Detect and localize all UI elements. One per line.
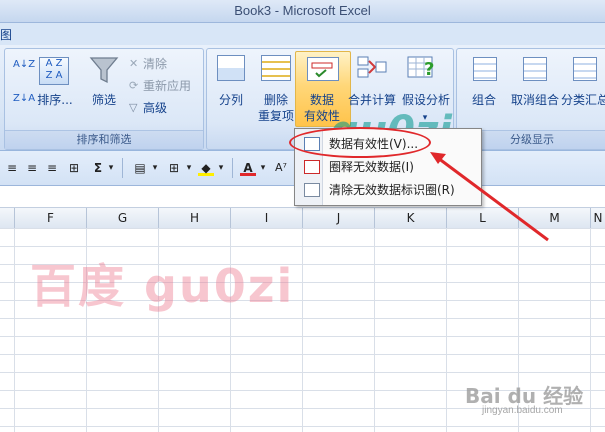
annotation-arrow [430, 152, 549, 242]
